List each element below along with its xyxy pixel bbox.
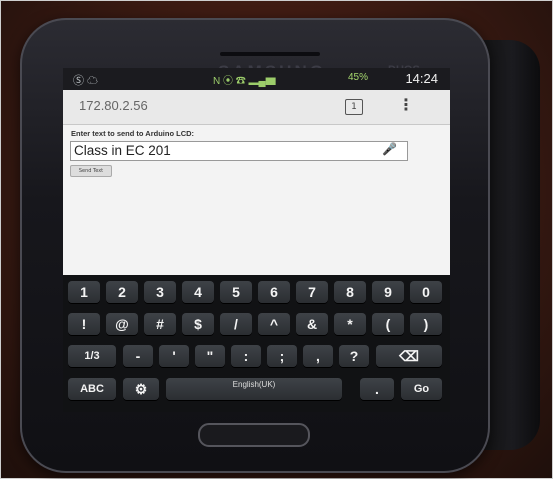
key-1[interactable]: 1 [68, 281, 100, 303]
settings-gear-icon[interactable]: ⚙ [123, 378, 159, 400]
space-bar[interactable]: English(UK) [166, 378, 342, 400]
tab-switcher-button[interactable]: 1 [345, 99, 363, 115]
browser-menu-icon[interactable]: ⋮ [398, 95, 414, 114]
earpiece-speaker [220, 52, 320, 56]
key-apostrophe[interactable]: ' [159, 345, 189, 367]
key-0[interactable]: 0 [410, 281, 442, 303]
web-page: Enter text to send to Arduino LCD: Class… [63, 125, 450, 275]
status-bar: Ⓢ ☁ N ⦿ ☎ ▂▄▆ 45% 14:24 [63, 68, 450, 90]
key-open-paren[interactable]: ( [372, 313, 404, 335]
key-comma[interactable]: , [303, 345, 333, 367]
key-quote[interactable]: " [195, 345, 225, 367]
key-3[interactable]: 3 [144, 281, 176, 303]
key-abc[interactable]: ABC [68, 378, 116, 400]
key-dollar[interactable]: $ [182, 313, 214, 335]
key-2[interactable]: 2 [106, 281, 138, 303]
clock: 14:24 [405, 71, 438, 86]
key-5[interactable]: 5 [220, 281, 252, 303]
notification-icons: Ⓢ ☁ [73, 75, 99, 87]
key-question[interactable]: ? [339, 345, 369, 367]
input-prompt-label: Enter text to send to Arduino LCD: [71, 129, 195, 138]
key-close-paren[interactable]: ) [410, 313, 442, 335]
key-period[interactable]: . [360, 378, 394, 400]
key-asterisk[interactable]: * [334, 313, 366, 335]
soft-keyboard: 1 2 3 4 5 6 7 8 9 0 ! @ # $ / ^ & * ( ) … [63, 275, 450, 412]
key-at[interactable]: @ [106, 313, 138, 335]
url-field[interactable]: 172.80.2.56 [73, 95, 339, 117]
key-6[interactable]: 6 [258, 281, 290, 303]
key-9[interactable]: 9 [372, 281, 404, 303]
key-go[interactable]: Go [401, 378, 442, 400]
browser-toolbar: 172.80.2.56 1 ⋮ [63, 90, 450, 125]
key-colon[interactable]: : [231, 345, 261, 367]
backspace-icon[interactable]: ⌫ [376, 345, 442, 367]
key-hash[interactable]: # [144, 313, 176, 335]
key-page-toggle[interactable]: 1/3 [68, 345, 116, 367]
key-exclamation[interactable]: ! [68, 313, 100, 335]
key-8[interactable]: 8 [334, 281, 366, 303]
send-text-button[interactable]: Send Text [70, 165, 112, 177]
key-slash[interactable]: / [220, 313, 252, 335]
microphone-icon[interactable]: 🎤 [382, 142, 397, 156]
key-semicolon[interactable]: ; [267, 345, 297, 367]
lcd-text-input[interactable]: Class in EC 201 [70, 141, 408, 161]
key-dash[interactable]: - [123, 345, 153, 367]
key-7[interactable]: 7 [296, 281, 328, 303]
battery-level: 45% [348, 72, 369, 83]
key-4[interactable]: 4 [182, 281, 214, 303]
key-caret[interactable]: ^ [258, 313, 290, 335]
key-ampersand[interactable]: & [296, 313, 328, 335]
home-button[interactable] [198, 423, 310, 447]
signal-icons: N ⦿ ☎ ▂▄▆ [213, 76, 276, 87]
phone-screen: Ⓢ ☁ N ⦿ ☎ ▂▄▆ 45% 14:24 172.80.2.56 1 ⋮ … [63, 68, 450, 412]
